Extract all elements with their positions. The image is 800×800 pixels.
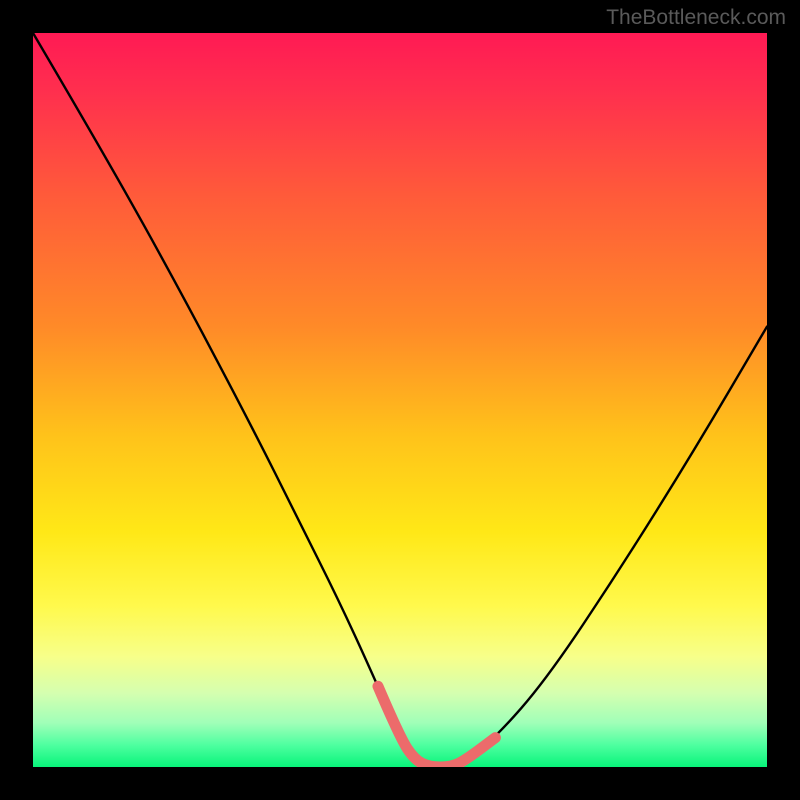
watermark-text: TheBottleneck.com xyxy=(606,6,786,30)
bottleneck-curve xyxy=(33,33,767,767)
chart-frame xyxy=(33,33,767,767)
curve-svg xyxy=(33,33,767,767)
minimum-band-highlight xyxy=(378,686,495,767)
